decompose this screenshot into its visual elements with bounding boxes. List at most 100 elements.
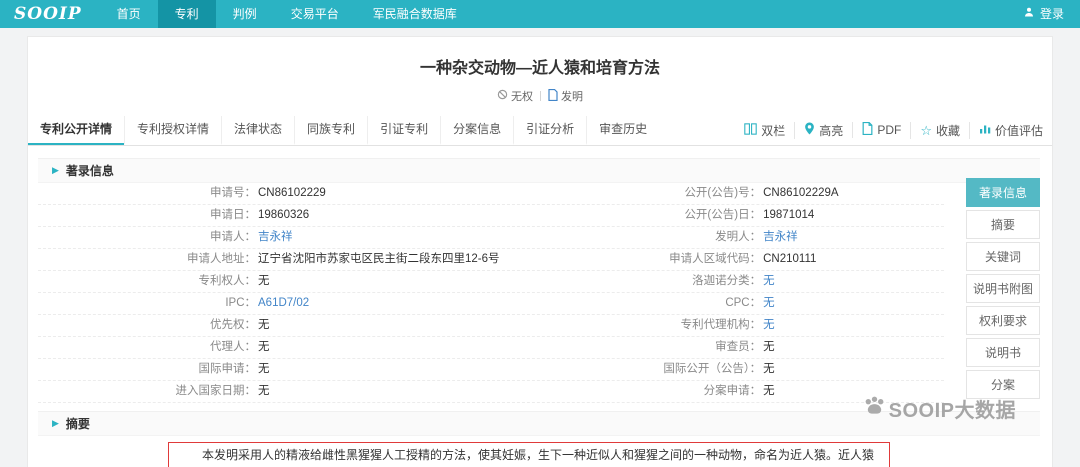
field-label: 申请人：	[210, 231, 256, 243]
ipc-code-link[interactable]: A61D7/02	[258, 293, 309, 314]
favorite-button[interactable]: ☆ 收藏	[910, 121, 969, 139]
field-value: 无	[763, 275, 775, 287]
tab-publication-details[interactable]: 专利公开详情	[28, 116, 125, 145]
value-assessment-button[interactable]: 价值评估	[968, 121, 1052, 139]
login-label: 登录	[1039, 7, 1064, 21]
status-label: 无权	[511, 91, 533, 103]
field-value: 无	[258, 275, 270, 287]
field-label: 进入国家日期：	[175, 385, 257, 397]
inventor-link[interactable]: 吉永祥	[763, 227, 798, 248]
anchor-item-description[interactable]: 说明书	[966, 338, 1040, 367]
status-badge: 无权	[497, 88, 533, 104]
field-value: CN86102229	[258, 187, 326, 199]
field-label: CPC：	[725, 297, 762, 309]
field-label: 公开(公告)号：	[684, 187, 762, 199]
field-value: 无	[258, 363, 270, 375]
anchor-item-biblio[interactable]: 著录信息	[966, 178, 1040, 207]
nav-item-trade-platform[interactable]: 交易平台	[274, 0, 356, 28]
field-label: 分案申请：	[703, 385, 762, 397]
tab-grant-details[interactable]: 专利授权详情	[124, 116, 221, 145]
field-label: 专利代理机构：	[680, 319, 762, 331]
field-label: 国际申请：	[198, 363, 257, 375]
field-label: 洛迦诺分类：	[692, 275, 762, 287]
table-row: 代理人：无 审查员：无	[38, 337, 944, 359]
table-row: 申请日： 19860326 公开(公告)日： 19871014	[38, 205, 944, 227]
type-badge: 发明	[548, 88, 583, 104]
field-value: 无	[763, 319, 775, 331]
tab-divisional-info[interactable]: 分案信息	[440, 116, 513, 145]
table-row: 优先权：无 专利代理机构：无	[38, 315, 944, 337]
tab-examination-history[interactable]: 审查历史	[586, 116, 659, 145]
field-label: 国际公开（公告）：	[663, 363, 762, 375]
two-column-button[interactable]: 双栏	[735, 122, 794, 139]
patent-detail-card: 一种杂交动物—近人猿和培育方法 无权 发明 专利公开详情 专利授权详情 法律状态…	[27, 36, 1053, 467]
field-value: 辽宁省沈阳市苏家屯区民主街二段东四里12-6号	[258, 253, 500, 265]
nav-item-patent[interactable]: 专利	[157, 0, 216, 28]
field-value: 无	[763, 363, 775, 375]
field-value: 无	[763, 385, 775, 397]
tab-legal-status[interactable]: 法律状态	[221, 116, 294, 145]
field-value: 19860326	[258, 209, 310, 221]
field-value: 无	[258, 319, 270, 331]
meta-divider	[540, 91, 541, 101]
collapse-arrow-icon: ▶	[52, 165, 59, 175]
field-label: 发明人：	[715, 231, 762, 243]
abstract-text: 本发明采用人的精液给雌性黑猩猩人工授精的方法，使其妊娠，生下一种近似人和猩猩之间…	[202, 448, 875, 462]
patent-meta: 无权 发明	[28, 88, 1052, 104]
table-row: 申请人地址： 辽宁省沈阳市苏家屯区民主街二段东四里12-6号 申请人区域代码： CN…	[38, 249, 944, 271]
sooip-logo[interactable]: SOOIP	[0, 0, 100, 28]
pdf-button[interactable]: PDF	[852, 121, 910, 138]
field-label: 代理人：	[210, 341, 256, 353]
nav-item-cases[interactable]: 判例	[216, 0, 274, 28]
nav-item-home[interactable]: 首页	[100, 0, 158, 28]
section-header-biblio[interactable]: ▶ 著录信息	[38, 158, 1040, 183]
top-navbar: SOOIP 首页 专利 判例 交易平台 军民融合数据库 登录	[0, 0, 1080, 28]
highlight-button[interactable]: 高亮	[794, 121, 852, 139]
table-row: 专利权人：无 洛迦诺分类：无	[38, 271, 944, 293]
field-label: 审查员：	[715, 341, 762, 353]
applicant-link[interactable]: 吉永祥	[258, 227, 293, 248]
collapse-arrow-icon: ▶	[52, 418, 59, 428]
field-label: 专利权人：	[198, 275, 257, 287]
highlight-label: 高亮	[819, 123, 844, 138]
anchor-item-abstract[interactable]: 摘要	[966, 210, 1040, 239]
tab-citation-analysis[interactable]: 引证分析	[513, 116, 586, 145]
anchor-item-divisional[interactable]: 分案	[966, 370, 1040, 399]
toolbar: 双栏 高亮 PDF ☆ 收藏 价值评估	[735, 116, 1052, 145]
location-pin-icon	[804, 122, 815, 138]
two-column-label: 双栏	[761, 123, 786, 138]
field-value: CN86102229A	[763, 187, 839, 199]
field-label: 申请人区域代码：	[669, 253, 762, 265]
tab-bar: 专利公开详情 专利授权详情 法律状态 同族专利 引证专利 分案信息 引证分析 审…	[28, 116, 1052, 146]
page-title: 一种杂交动物—近人猿和培育方法	[419, 60, 660, 77]
type-label: 发明	[561, 91, 583, 103]
field-label: 申请号：	[210, 187, 256, 199]
section-header-abstract[interactable]: ▶ 摘要	[38, 411, 1040, 436]
field-value: 无	[258, 341, 270, 353]
chart-icon	[979, 123, 991, 138]
login-button[interactable]: 登录	[1007, 0, 1080, 28]
anchor-item-claims[interactable]: 权利要求	[966, 306, 1040, 335]
anchor-item-drawings[interactable]: 说明书附图	[966, 274, 1040, 303]
table-row: 申请号： CN86102229 公开(公告)号： CN86102229A	[38, 183, 944, 205]
pdf-file-icon	[862, 121, 873, 138]
user-icon	[1023, 0, 1035, 28]
invention-doc-icon	[548, 88, 558, 104]
anchor-item-keywords[interactable]: 关键词	[966, 242, 1040, 271]
tab-cited-patents[interactable]: 引证专利	[367, 116, 440, 145]
abstract-section: ▶ 摘要 本发明采用人的精液给雌性黑猩猩人工授精的方法，使其妊娠，生下一种近似人…	[38, 411, 1040, 467]
biblio-table: 申请号： CN86102229 公开(公告)号： CN86102229A 申请日： 1…	[38, 183, 1040, 403]
nav-item-military-civil-db[interactable]: 军民融合数据库	[356, 0, 474, 28]
field-label: 申请日：	[210, 209, 256, 221]
table-row: 进入国家日期：无 分案申请：无	[38, 381, 944, 403]
table-row: 国际申请：无 国际公开（公告）：无	[38, 359, 944, 381]
field-value: CN210111	[763, 253, 817, 265]
field-value: 无	[763, 297, 775, 309]
two-column-icon	[744, 122, 758, 138]
table-row: IPC： A61D7/02 CPC：无	[38, 293, 944, 315]
table-row: 申请人： 吉永祥 发明人： 吉永祥	[38, 227, 944, 249]
field-value: 无	[763, 341, 775, 353]
favorite-label: 收藏	[935, 123, 960, 138]
tab-patent-family[interactable]: 同族专利	[294, 116, 367, 145]
section-title-abstract: 摘要	[65, 417, 90, 431]
